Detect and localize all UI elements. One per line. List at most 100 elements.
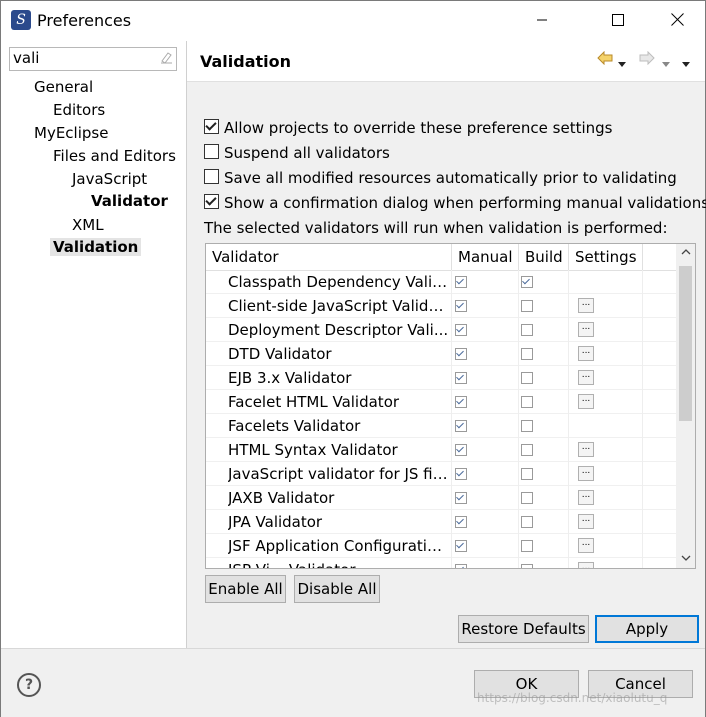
validator-settings-button[interactable]: ... bbox=[578, 490, 594, 505]
tree-item-validation[interactable]: Validation bbox=[50, 238, 142, 256]
manual-checkbox[interactable] bbox=[455, 444, 467, 456]
tree-item-editors[interactable]: Editors bbox=[53, 101, 105, 119]
option-show-confirmation[interactable]: Show a confirmation dialog when performi… bbox=[204, 194, 706, 212]
apply-button[interactable]: Apply bbox=[595, 615, 699, 643]
table-row[interactable]: Classpath Dependency Valid... bbox=[206, 270, 676, 294]
validator-settings-button[interactable]: ... bbox=[578, 442, 594, 457]
filter-input[interactable] bbox=[10, 48, 153, 68]
scroll-up-icon[interactable] bbox=[676, 244, 695, 262]
manual-checkbox[interactable] bbox=[455, 348, 467, 360]
validator-name: HTML Syntax Validator bbox=[228, 438, 452, 462]
forward-menu-icon[interactable] bbox=[661, 54, 671, 72]
build-checkbox[interactable] bbox=[521, 276, 533, 288]
table-row[interactable]: JSF Application Configuratio...... bbox=[206, 534, 676, 558]
suspend-all-checkbox[interactable] bbox=[204, 144, 219, 159]
manual-checkbox[interactable] bbox=[455, 492, 467, 504]
validator-settings-button[interactable]: ... bbox=[578, 346, 594, 361]
allow-override-checkbox[interactable] bbox=[204, 119, 219, 134]
build-checkbox[interactable] bbox=[521, 540, 533, 552]
table-row[interactable]: Facelets Validator bbox=[206, 414, 676, 438]
option-allow-override[interactable]: Allow projects to override these prefere… bbox=[204, 119, 612, 137]
view-menu-icon[interactable] bbox=[681, 54, 691, 72]
validator-settings-button[interactable]: ... bbox=[578, 562, 594, 568]
save-modified-checkbox[interactable] bbox=[204, 169, 219, 184]
build-checkbox[interactable] bbox=[521, 300, 533, 312]
tree-item-validator[interactable]: Validator bbox=[91, 192, 168, 210]
manual-checkbox[interactable] bbox=[455, 300, 467, 312]
build-checkbox[interactable] bbox=[521, 444, 533, 456]
table-row[interactable]: HTML Syntax Validator... bbox=[206, 438, 676, 462]
page-header: Validation bbox=[187, 41, 705, 82]
validator-settings-button[interactable]: ... bbox=[578, 538, 594, 553]
manual-checkbox[interactable] bbox=[455, 468, 467, 480]
manual-cell bbox=[452, 414, 519, 438]
tree-item-general[interactable]: General bbox=[34, 78, 93, 96]
settings-cell: ... bbox=[569, 366, 643, 390]
column-header-build[interactable]: Build bbox=[519, 244, 569, 270]
scroll-down-icon[interactable] bbox=[676, 550, 695, 568]
build-checkbox[interactable] bbox=[521, 492, 533, 504]
build-checkbox[interactable] bbox=[521, 516, 533, 528]
back-arrow-icon[interactable] bbox=[597, 50, 613, 69]
manual-cell bbox=[452, 486, 519, 510]
disable-all-button[interactable]: Disable All bbox=[294, 575, 380, 603]
column-header-settings[interactable]: Settings bbox=[569, 244, 643, 270]
manual-checkbox[interactable] bbox=[455, 276, 467, 288]
show-confirmation-checkbox[interactable] bbox=[204, 194, 219, 209]
validator-settings-button[interactable]: ... bbox=[578, 370, 594, 385]
validator-name: Classpath Dependency Valid... bbox=[228, 270, 452, 294]
table-row[interactable]: Facelet HTML Validator... bbox=[206, 390, 676, 414]
minimize-icon[interactable] bbox=[519, 1, 565, 41]
enable-all-button[interactable]: Enable All bbox=[205, 575, 286, 603]
build-checkbox[interactable] bbox=[521, 420, 533, 432]
table-row[interactable]: Deployment Descriptor Vali...... bbox=[206, 318, 676, 342]
validator-settings-button[interactable]: ... bbox=[578, 466, 594, 481]
table-row[interactable]: JavaScript validator for JS files... bbox=[206, 462, 676, 486]
table-row[interactable]: JAXB Validator... bbox=[206, 486, 676, 510]
manual-checkbox[interactable] bbox=[455, 540, 467, 552]
manual-checkbox[interactable] bbox=[455, 372, 467, 384]
help-icon[interactable]: ? bbox=[17, 673, 41, 697]
manual-checkbox[interactable] bbox=[455, 324, 467, 336]
clear-filter-icon[interactable] bbox=[158, 50, 174, 66]
close-icon[interactable] bbox=[654, 1, 700, 41]
manual-checkbox[interactable] bbox=[455, 516, 467, 528]
validator-settings-button[interactable]: ... bbox=[578, 394, 594, 409]
column-header-validator[interactable]: Validator bbox=[206, 244, 452, 270]
validator-settings-button[interactable]: ... bbox=[578, 322, 594, 337]
maximize-icon[interactable] bbox=[595, 1, 641, 41]
validator-settings-button[interactable]: ... bbox=[578, 514, 594, 529]
table-row[interactable]: JSP Vi... Validator... bbox=[206, 558, 676, 568]
manual-cell bbox=[452, 366, 519, 390]
build-checkbox[interactable] bbox=[521, 324, 533, 336]
scrollbar-thumb[interactable] bbox=[679, 266, 692, 421]
table-row[interactable]: Client-side JavaScript Valida...... bbox=[206, 294, 676, 318]
build-checkbox[interactable] bbox=[521, 396, 533, 408]
column-header-manual[interactable]: Manual bbox=[452, 244, 519, 270]
filter-field[interactable] bbox=[9, 47, 177, 71]
build-checkbox[interactable] bbox=[521, 468, 533, 480]
tree-item-myeclipse[interactable]: MyEclipse bbox=[34, 124, 108, 142]
back-menu-icon[interactable] bbox=[617, 54, 627, 72]
forward-arrow-icon[interactable] bbox=[639, 50, 655, 69]
build-checkbox[interactable] bbox=[521, 348, 533, 360]
manual-cell bbox=[452, 510, 519, 534]
manual-checkbox[interactable] bbox=[455, 420, 467, 432]
validator-settings-button[interactable]: ... bbox=[578, 298, 594, 313]
tree-item-xml[interactable]: XML bbox=[72, 216, 104, 234]
tree-item-javascript[interactable]: JavaScript bbox=[72, 170, 147, 188]
build-checkbox[interactable] bbox=[521, 372, 533, 384]
title-bar[interactable]: S Preferences bbox=[1, 1, 705, 41]
restore-defaults-button[interactable]: Restore Defaults bbox=[458, 615, 589, 643]
manual-checkbox[interactable] bbox=[455, 564, 467, 568]
table-row[interactable]: JPA Validator... bbox=[206, 510, 676, 534]
validator-name: JSF Application Configuratio... bbox=[228, 534, 452, 558]
table-row[interactable]: EJB 3.x Validator... bbox=[206, 366, 676, 390]
option-suspend-all[interactable]: Suspend all validators bbox=[204, 144, 390, 162]
tree-item-files-and-editors[interactable]: Files and Editors bbox=[53, 147, 176, 165]
table-scrollbar[interactable] bbox=[676, 244, 695, 568]
manual-checkbox[interactable] bbox=[455, 396, 467, 408]
option-save-modified[interactable]: Save all modified resources automaticall… bbox=[204, 169, 677, 187]
table-row[interactable]: DTD Validator... bbox=[206, 342, 676, 366]
build-checkbox[interactable] bbox=[521, 564, 533, 568]
